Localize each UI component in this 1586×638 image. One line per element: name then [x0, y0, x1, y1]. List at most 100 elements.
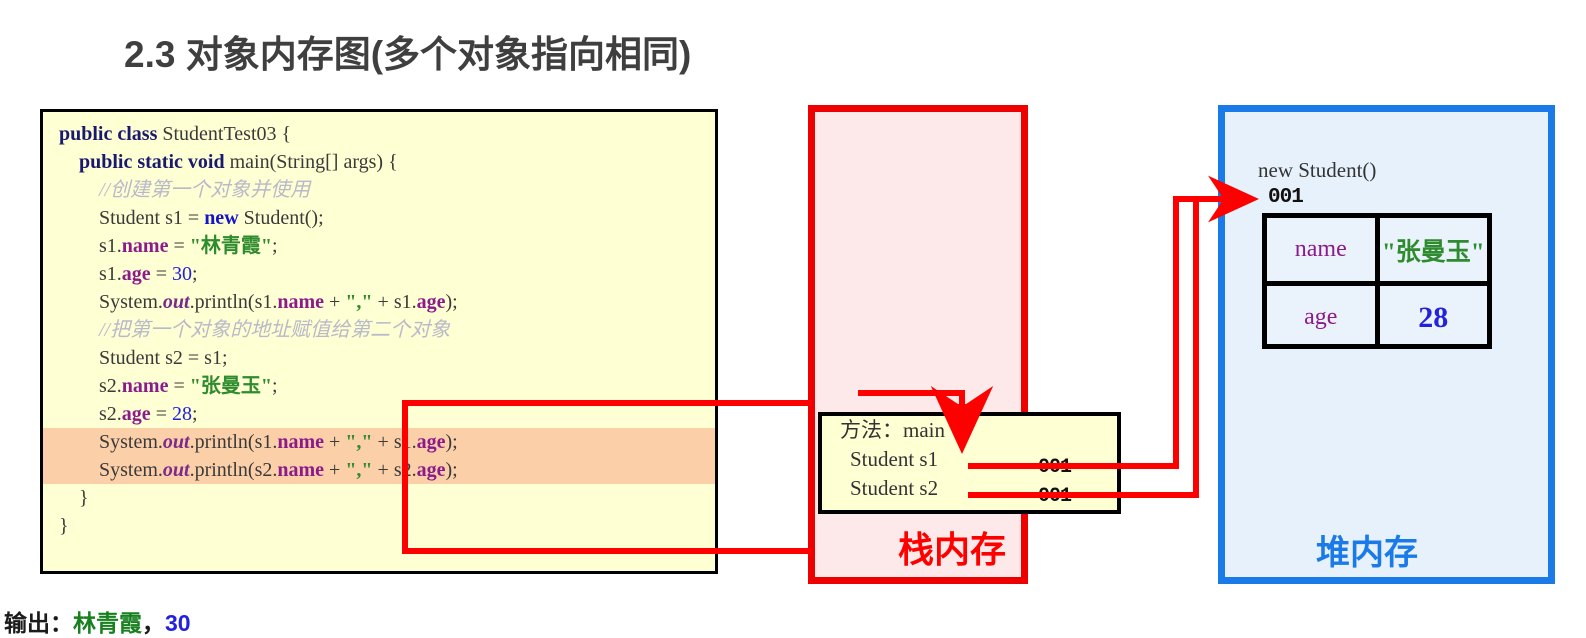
- heap-field-key-cell: name: [1267, 218, 1380, 281]
- code-token: .println(s1.: [189, 291, 278, 313]
- code-line: public static void main(String[] args) {: [43, 148, 715, 176]
- heap-memory-label: 堆内存: [1316, 534, 1418, 572]
- code-token: "张曼玉": [189, 375, 272, 397]
- heap-field-key-cell: age: [1267, 286, 1380, 349]
- code-token: +: [324, 431, 346, 453]
- code-token: + s1.: [372, 431, 417, 453]
- code-token: name: [121, 375, 169, 397]
- code-token: //创建第一个对象并使用: [99, 179, 311, 201]
- stack-frame-method-label: 方法：main: [840, 418, 945, 442]
- code-token: System.: [99, 291, 163, 313]
- code-token: out: [162, 291, 190, 313]
- code-token: "林青霞": [189, 235, 272, 257]
- code-line: s1.age = 30;: [43, 260, 715, 288]
- code-token: );: [445, 291, 458, 313]
- code-token: System.: [99, 459, 163, 481]
- code-token: }: [79, 487, 89, 509]
- heap-field-age-key: age: [1304, 304, 1338, 330]
- heap-field-value-cell: 28: [1380, 286, 1488, 349]
- code-token: + s1.: [372, 291, 417, 313]
- code-token: +: [324, 459, 346, 481]
- code-token: //把第一个对象的地址赋值给第二个对象: [99, 319, 451, 341]
- output-name-value: 林青霞: [73, 610, 142, 636]
- code-line: System.out.println(s1.name + "," + s1.ag…: [43, 288, 715, 316]
- code-line: s2.age = 28;: [43, 400, 715, 428]
- output-separator: ，: [142, 610, 165, 636]
- code-token: name: [277, 431, 325, 453]
- code-token: ",": [345, 291, 373, 313]
- output-line: 输出：林青霞，30: [4, 604, 191, 638]
- stack-var-s2-decl: Student s2: [850, 476, 939, 500]
- code-token: age: [416, 431, 446, 453]
- code-line: System.out.println(s1.name + "," + s1.ag…: [43, 428, 715, 456]
- code-token: }: [59, 515, 69, 537]
- output-label: 输出：: [4, 610, 73, 636]
- code-line: Student s2 = s1;: [43, 344, 715, 372]
- code-token: ;: [271, 235, 278, 257]
- code-token: =: [168, 235, 190, 257]
- heap-field-name-key: name: [1294, 236, 1347, 262]
- code-token: age: [121, 263, 151, 285]
- code-line: s1.name = "林青霞";: [43, 232, 715, 260]
- code-line: }: [43, 484, 715, 512]
- code-token: Student s2 = s1;: [99, 347, 228, 369]
- code-token: public: [79, 151, 138, 173]
- stack-var-s1-value: 001: [1038, 456, 1072, 479]
- code-token: out: [162, 459, 190, 481]
- code-token: +: [324, 291, 346, 313]
- code-token: age: [121, 403, 151, 425]
- code-token: =: [150, 403, 172, 425]
- code-token: ",": [345, 431, 373, 453]
- page-title: 2.3 对象内存图(多个对象指向相同): [124, 34, 692, 75]
- code-token: public: [59, 123, 118, 145]
- code-token: 28: [171, 403, 192, 425]
- code-token: ;: [191, 403, 198, 425]
- code-token: name: [277, 459, 325, 481]
- output-age-value: 30: [165, 610, 191, 636]
- heap-field-row-name: name "张曼玉": [1267, 218, 1487, 286]
- code-token: name: [121, 235, 169, 257]
- code-line: public class StudentTest03 {: [43, 120, 715, 148]
- code-token: .println(s2.: [189, 459, 278, 481]
- stack-memory-label: 栈内存: [898, 529, 1007, 570]
- code-token: 30: [171, 263, 192, 285]
- code-token: out: [162, 431, 190, 453]
- code-token: Student s1 =: [99, 207, 205, 229]
- code-token: main(String[] args) {: [229, 151, 398, 173]
- code-token: s2.: [99, 375, 122, 397]
- code-token: + s2.: [372, 459, 417, 481]
- code-token: );: [445, 431, 458, 453]
- code-token: .println(s1.: [189, 431, 278, 453]
- stack-var-s1-decl: Student s1: [850, 447, 939, 471]
- code-token: ",": [345, 459, 373, 481]
- code-token: =: [168, 375, 190, 397]
- code-line: //把第一个对象的地址赋值给第二个对象: [43, 316, 715, 344]
- heap-field-value-cell: "张曼玉": [1380, 218, 1488, 281]
- code-token: ;: [271, 375, 278, 397]
- code-token: ;: [191, 263, 198, 285]
- code-token: =: [150, 263, 172, 285]
- heap-object-address: 001: [1268, 186, 1304, 209]
- code-token: StudentTest03 {: [162, 123, 292, 145]
- code-token: s1.: [99, 263, 122, 285]
- code-panel: public class StudentTest03 { public stat…: [40, 109, 718, 574]
- heap-field-age-value: 28: [1418, 300, 1449, 334]
- heap-field-row-age: age 28: [1267, 286, 1487, 349]
- code-listing: public class StudentTest03 { public stat…: [43, 120, 715, 540]
- heap-new-expression: new Student(): [1258, 158, 1377, 182]
- heap-object-table: name "张曼玉" age 28: [1262, 213, 1492, 349]
- code-line: System.out.println(s2.name + "," + s2.ag…: [43, 456, 715, 484]
- code-token: class: [117, 123, 163, 145]
- code-token: Student();: [243, 207, 324, 229]
- code-token: age: [416, 459, 446, 481]
- slide-canvas: 2.3 对象内存图(多个对象指向相同) public class Student…: [0, 0, 1586, 636]
- code-token: s2.: [99, 403, 122, 425]
- code-line: //创建第一个对象并使用: [43, 176, 715, 204]
- code-line: }: [43, 512, 715, 540]
- heap-field-name-value: "张曼玉": [1381, 238, 1485, 266]
- stack-frame-main: 方法：main Student s1 Student s2: [818, 412, 1121, 514]
- code-token: new: [204, 207, 244, 229]
- stack-var-s2-value: 001: [1038, 485, 1072, 508]
- code-token: s1.: [99, 235, 122, 257]
- code-line: Student s1 = new Student();: [43, 204, 715, 232]
